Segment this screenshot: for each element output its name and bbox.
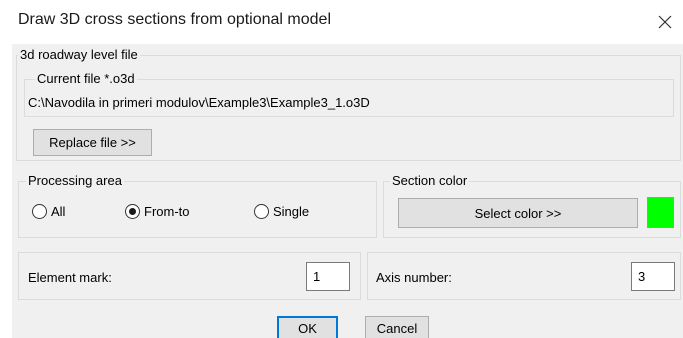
- radio-from-to-label: From-to: [144, 204, 190, 219]
- radio-from-to[interactable]: From-to: [125, 204, 190, 219]
- cancel-button[interactable]: Cancel: [365, 316, 429, 338]
- close-icon: [658, 15, 672, 29]
- radio-selected-dot: [129, 208, 136, 215]
- ok-button[interactable]: OK: [277, 316, 338, 338]
- axis-number-label: Axis number:: [376, 270, 452, 285]
- processing-area-legend: Processing area: [26, 173, 124, 189]
- axis-number-input[interactable]: [631, 262, 675, 291]
- window-title: Draw 3D cross sections from optional mod…: [18, 11, 332, 28]
- close-button[interactable]: [651, 8, 679, 36]
- radio-single[interactable]: Single: [254, 204, 309, 219]
- current-file-legend: Current file *.o3d: [35, 71, 137, 87]
- radio-all-circle: [32, 204, 47, 219]
- roadway-file-legend: 3d roadway level file: [18, 47, 140, 63]
- radio-single-label: Single: [273, 204, 310, 219]
- processing-area-group: [18, 181, 377, 238]
- element-mark-input[interactable]: [306, 262, 350, 291]
- current-file-path: C:\Navodila in primeri modulov\Example3\…: [28, 95, 370, 110]
- section-color-legend: Section color: [390, 173, 470, 189]
- element-mark-label: Element mark:: [28, 270, 112, 285]
- radio-single-circle: [254, 204, 269, 219]
- select-color-button[interactable]: Select color >>: [398, 198, 638, 228]
- radio-all[interactable]: All: [32, 204, 65, 219]
- radio-from-to-circle: [125, 204, 140, 219]
- radio-all-label: All: [51, 204, 66, 219]
- title-bar: Draw 3D cross sections from optional mod…: [0, 0, 683, 44]
- replace-file-button[interactable]: Replace file >>: [33, 129, 152, 156]
- color-swatch: [647, 197, 674, 228]
